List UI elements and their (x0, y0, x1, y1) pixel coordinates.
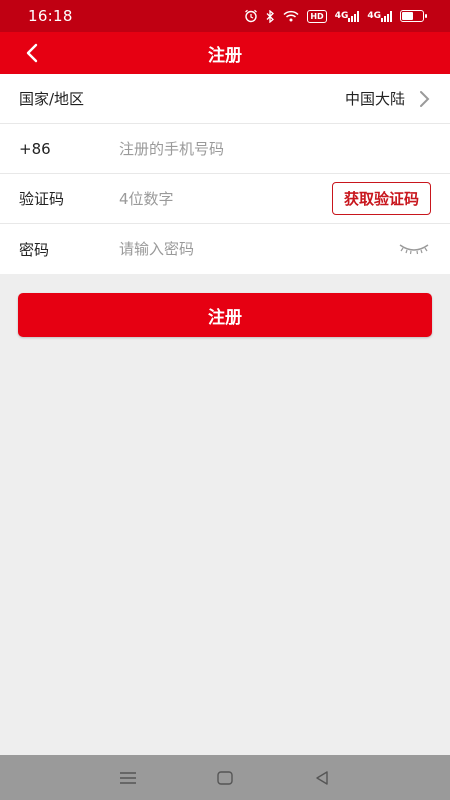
code-row: 验证码 获取验证码 (0, 174, 450, 224)
region-value: 中国大陆 (344, 90, 405, 108)
chevron-right-icon (419, 90, 431, 108)
eye-closed-icon[interactable] (397, 239, 431, 259)
bluetooth-icon (266, 9, 275, 23)
password-input[interactable] (119, 240, 397, 258)
alarm-icon (244, 9, 258, 23)
system-nav-bar (0, 755, 450, 800)
password-row: 密码 (0, 224, 450, 274)
signal-label: 4G (334, 11, 349, 21)
page-title: 注册 (208, 45, 242, 66)
wifi-icon (283, 10, 299, 22)
code-input[interactable] (119, 189, 332, 208)
status-icons: HD 4G 4G (244, 9, 427, 23)
status-time: 16:18 (28, 7, 73, 25)
back-button[interactable] (16, 38, 48, 68)
register-form: 国家/地区 中国大陆 +86 验证码 获取验证码 密码 (0, 74, 450, 274)
hd-icon: HD (307, 9, 327, 23)
phone-prefix: +86 (19, 139, 51, 158)
battery-level (402, 12, 414, 20)
code-label: 验证码 (19, 190, 65, 208)
password-label: 密码 (19, 240, 50, 259)
phone-input[interactable] (119, 139, 431, 158)
menu-icon[interactable] (108, 763, 148, 793)
region-label: 国家/地区 (19, 90, 85, 108)
battery-icon (400, 10, 427, 22)
signal-label: 4G (367, 11, 381, 21)
home-icon[interactable] (205, 763, 245, 793)
signal-icon: 4G (334, 10, 360, 22)
title-bar: 注册 (0, 32, 450, 74)
signal-icon: 4G (367, 10, 392, 22)
register-button[interactable]: 注册 (18, 293, 432, 337)
chevron-left-icon (26, 43, 38, 63)
back-triangle-icon[interactable] (302, 763, 342, 793)
phone-row: +86 (0, 124, 450, 174)
region-row[interactable]: 国家/地区 中国大陆 (0, 74, 450, 124)
status-bar: 16:18 HD 4G 4G (0, 0, 450, 32)
get-code-button[interactable]: 获取验证码 (331, 182, 431, 215)
